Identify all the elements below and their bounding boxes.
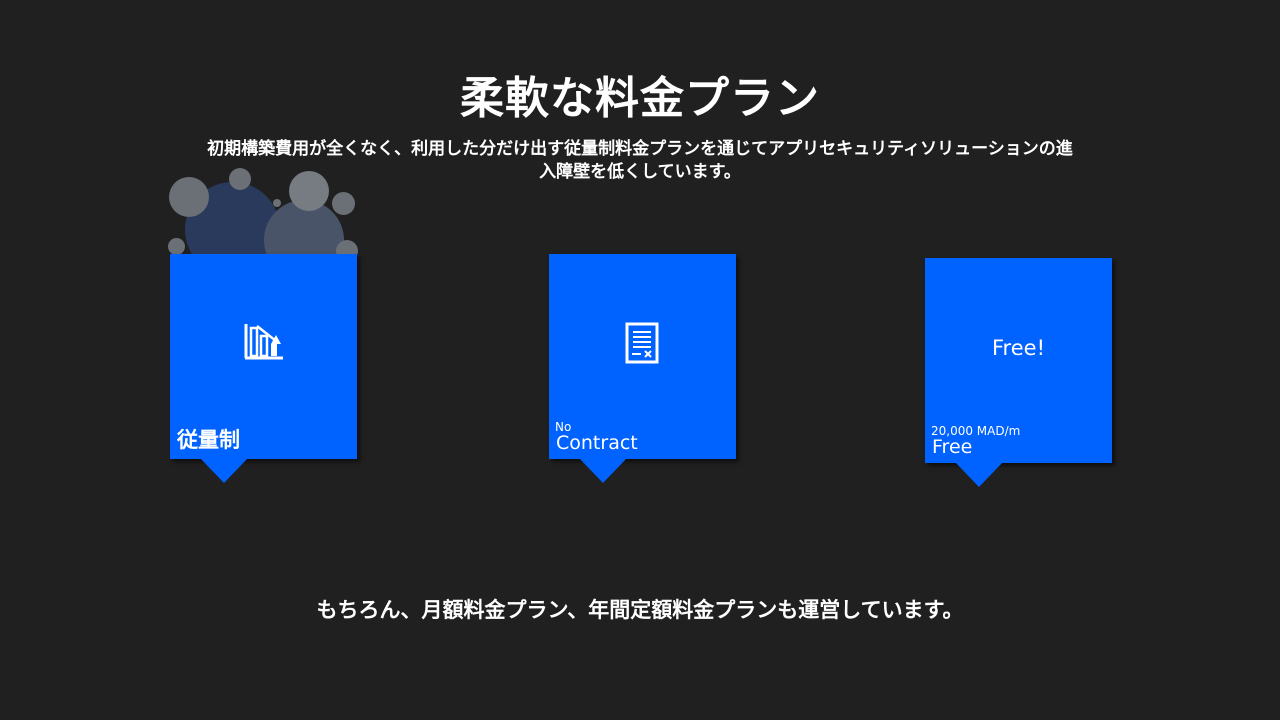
slide-footer: もちろん、月額料金プラン、年間定額料金プランも運営しています。 [316,598,964,622]
bubble [332,192,355,215]
card-label: Contract [556,432,638,454]
pricing-card-no-contract[interactable]: No Contract [549,254,736,483]
chart-decrease-icon [243,322,283,362]
card-pointer [955,462,1003,487]
bubble [273,199,281,207]
slide-title: 柔軟な料金プラン [460,73,820,124]
card-highlight: Free! [992,336,1045,360]
bubble [229,168,251,190]
card-pointer [200,458,248,483]
card-label: Free [932,436,973,458]
pricing-card-free[interactable]: Free! 20,000 MAD/m Free [925,258,1112,487]
bubble [289,171,329,211]
card-label: 従量制 [177,428,240,452]
bubble [168,238,185,255]
contract-document-icon [625,322,665,364]
pricing-card-pay-per-use[interactable]: 従量制 [170,254,357,483]
card-pointer [579,458,627,483]
bubble [169,177,209,217]
